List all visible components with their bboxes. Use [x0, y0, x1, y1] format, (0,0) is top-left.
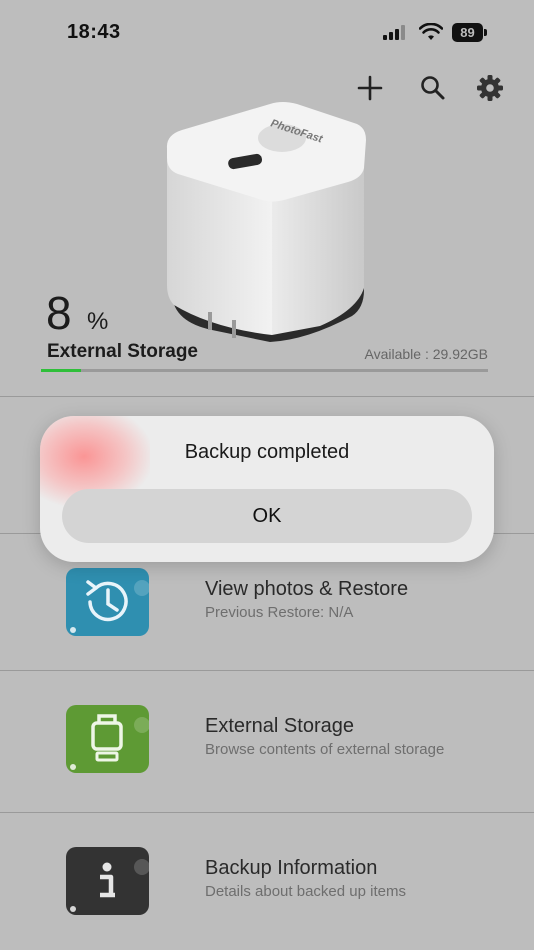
battery-icon: 89 [452, 23, 488, 42]
divider [0, 396, 534, 397]
gear-icon [477, 75, 503, 101]
device-image: PhotoFast [166, 102, 366, 342]
usage-percent: 8 [46, 287, 72, 339]
menu-item-subtitle: Browse contents of external storage [205, 741, 445, 758]
storage-progress-fill [41, 369, 82, 372]
ok-button[interactable]: OK [62, 489, 472, 543]
cellular-signal-icon [383, 25, 405, 40]
storage-progress-bar [41, 369, 488, 372]
storage-title: External Storage [47, 341, 198, 362]
settings-button[interactable] [474, 72, 506, 104]
divider [0, 812, 534, 813]
available-space: Available : 29.92GB [364, 346, 489, 362]
usage-percent-sign: % [87, 308, 109, 335]
backup-completed-dialog: Backup completed OK [40, 416, 494, 562]
status-time: 18:43 [67, 21, 121, 43]
usb-drive-icon [66, 705, 149, 773]
wifi-icon [419, 23, 443, 40]
menu-item-title: External Storage [205, 715, 354, 737]
menu-item-title: Backup Information [205, 857, 378, 879]
info-icon [66, 847, 149, 915]
menu-item-subtitle: Previous Restore: N/A [205, 604, 354, 621]
clock-restore-icon [66, 568, 149, 636]
dialog-message: Backup completed [184, 441, 350, 463]
battery-level: 89 [460, 25, 475, 40]
menu-item-title: View photos & Restore [205, 578, 409, 600]
search-button[interactable] [417, 72, 449, 104]
menu-item-subtitle: Details about backed up items [205, 883, 406, 900]
divider [0, 670, 534, 671]
search-icon [421, 76, 445, 100]
status-bar: 18:43 89 [0, 0, 534, 64]
